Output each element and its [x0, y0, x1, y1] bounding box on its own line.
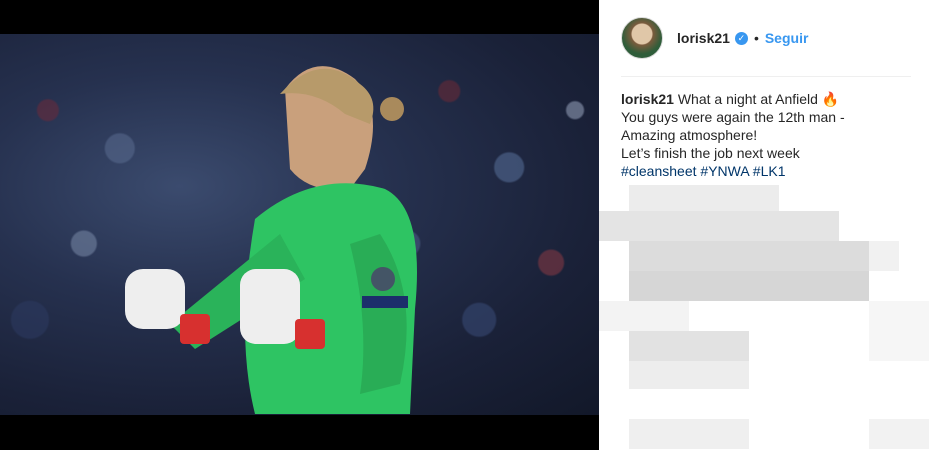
caption-line-4: Let’s finish the job next week [621, 145, 800, 161]
caption-username-link[interactable]: lorisk21 [621, 91, 674, 107]
pixel-block [599, 211, 839, 241]
pixel-block [869, 419, 929, 449]
follow-button[interactable]: Seguir [765, 30, 809, 46]
post-media [0, 0, 599, 450]
pixel-block [629, 241, 869, 271]
verified-badge-icon: ✓ [734, 31, 748, 45]
post-photo[interactable] [0, 34, 599, 415]
avatar[interactable] [621, 17, 663, 59]
post-sidebar: lorisk21 ✓ • Seguir lorisk21 What a nigh… [599, 0, 935, 450]
caption-line-3: Amazing atmosphere! [621, 127, 758, 143]
goalkeeper-figure [125, 66, 417, 414]
pixel-block [629, 271, 869, 301]
instagram-post-view: lorisk21 ✓ • Seguir lorisk21 What a nigh… [0, 0, 935, 450]
caption-line-2: You guys were again the 12th man - [621, 109, 845, 125]
username-link[interactable]: lorisk21 [677, 30, 730, 46]
hashtag-link[interactable]: #LK1 [753, 163, 786, 179]
post-header: lorisk21 ✓ • Seguir [621, 16, 808, 60]
pixel-block [599, 301, 689, 331]
header-divider [621, 76, 911, 77]
pixel-block [629, 185, 779, 211]
pixel-block [629, 361, 749, 389]
pixel-block [869, 241, 899, 271]
pixel-block [629, 419, 749, 449]
hashtag-link[interactable]: #cleansheet [621, 163, 697, 179]
caption-line-1: What a night at Anfield 🔥 [677, 91, 840, 107]
pixel-block [869, 301, 929, 361]
pixelated-comments-area [599, 185, 935, 450]
hashtag-link[interactable]: #YNWA [700, 163, 749, 179]
post-caption: lorisk21 What a night at Anfield 🔥 You g… [621, 90, 901, 180]
pixel-block [629, 331, 749, 361]
separator-dot: • [753, 30, 759, 46]
